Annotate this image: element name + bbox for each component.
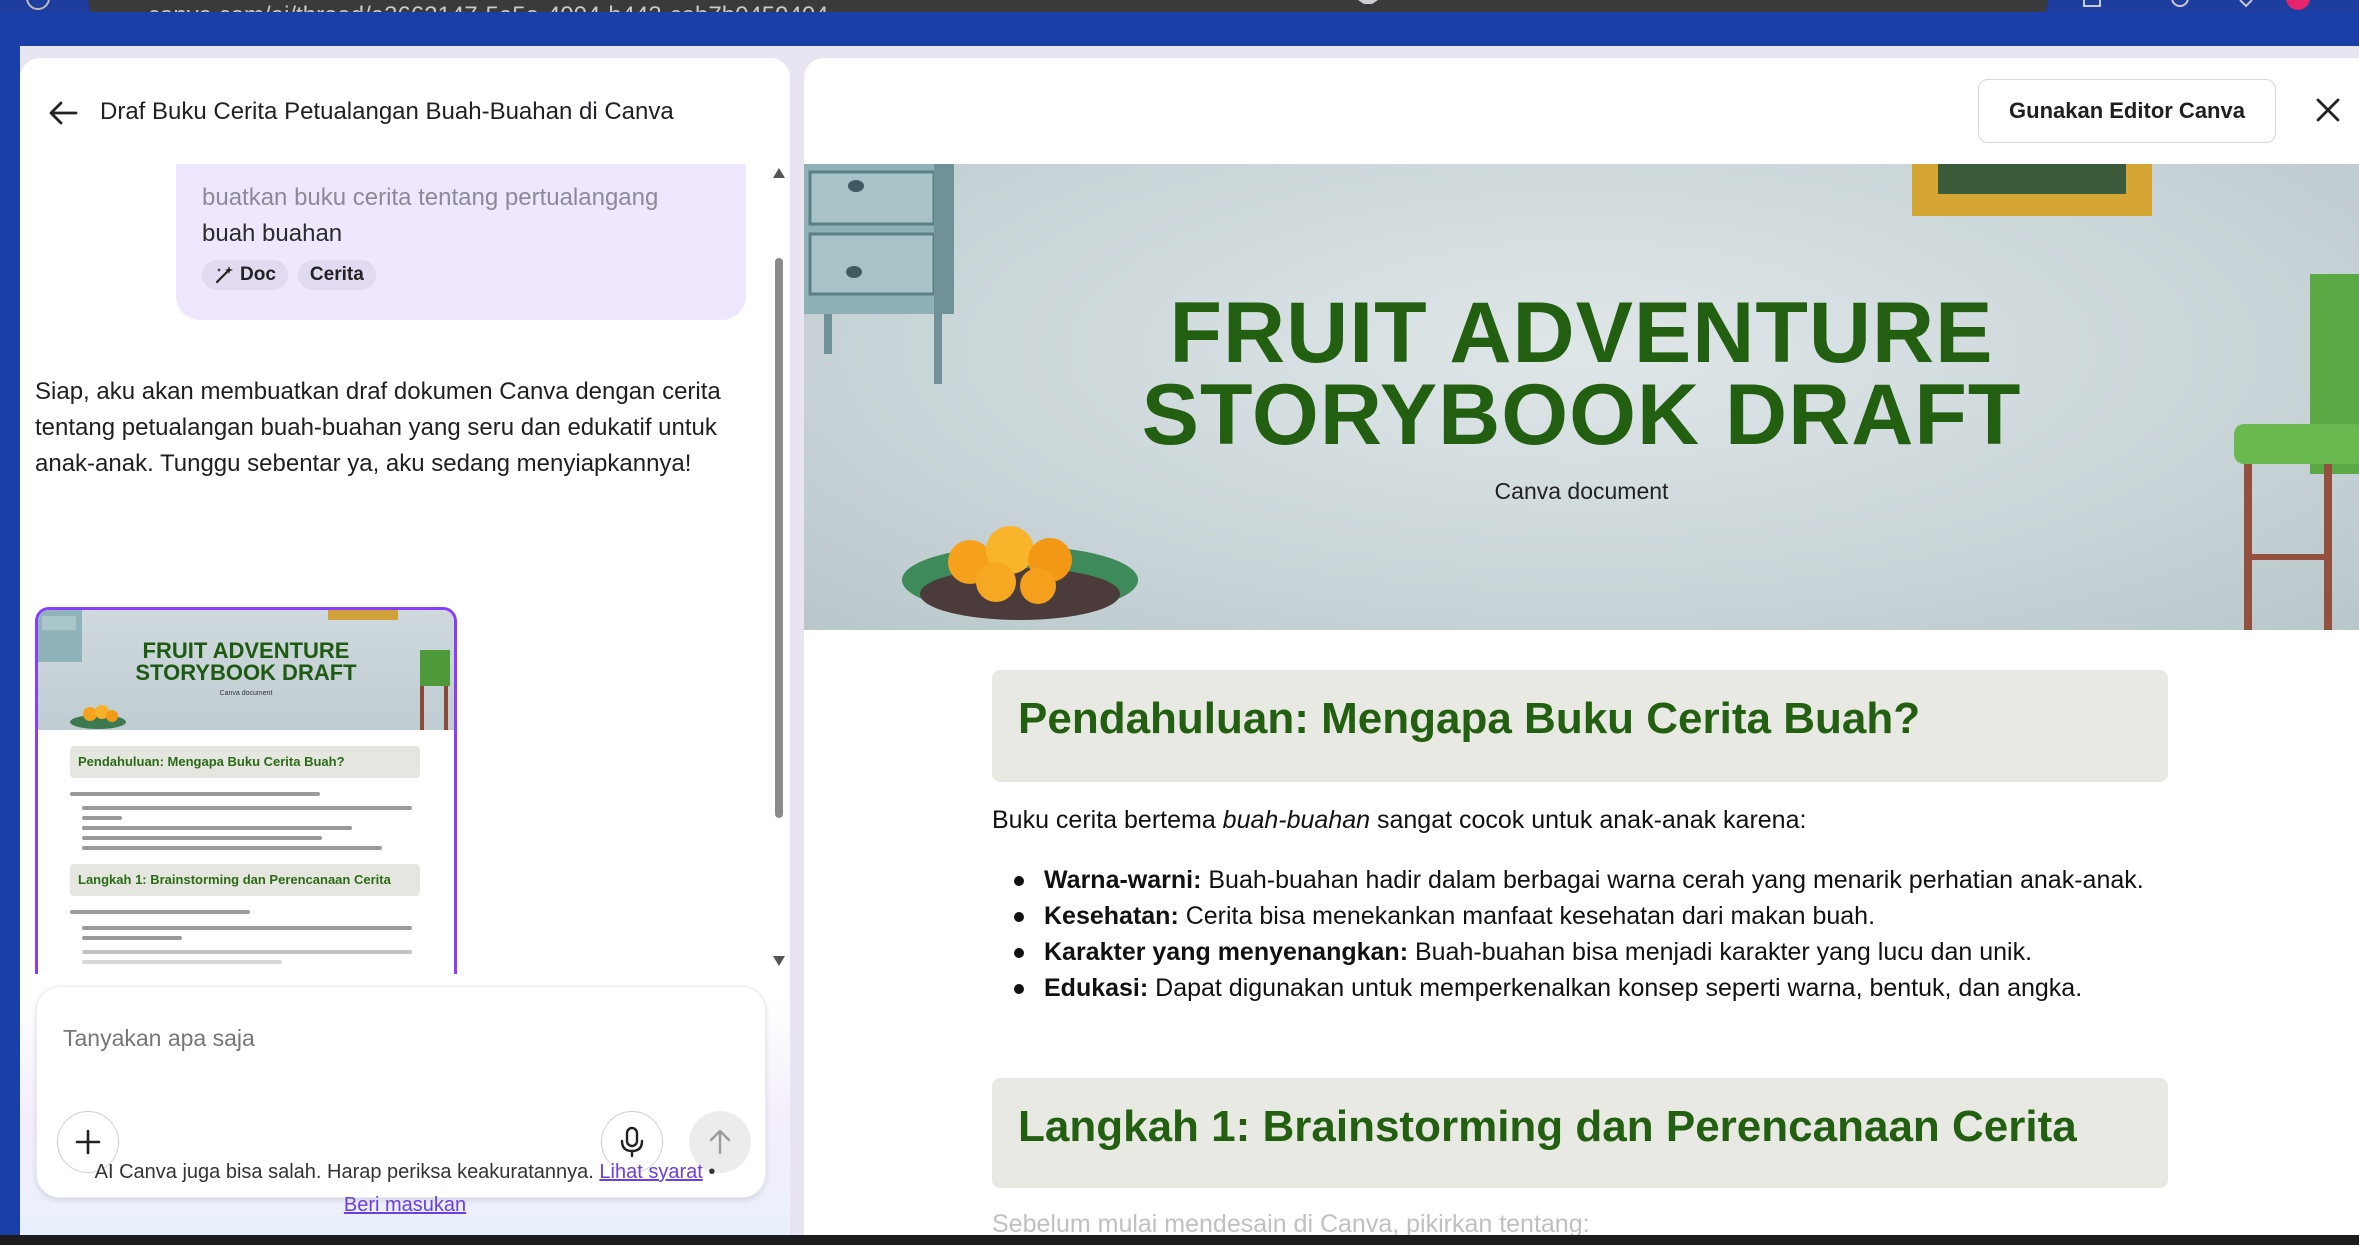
thumbnail-title: FRUIT ADVENTURE STORYBOOK DRAFT bbox=[135, 638, 357, 685]
thumbnail-fruit-bowl-illustration bbox=[70, 705, 126, 729]
thumbnail-heading-1: Pendahuluan: Mengapa Buku Cerita Buah? bbox=[70, 746, 420, 778]
list-item: Kesehatan: Cerita bisa menekankan manfaa… bbox=[992, 898, 2168, 934]
thumbnail-text-line bbox=[82, 936, 182, 940]
fruit-bowl-illustration bbox=[902, 526, 1138, 620]
reasons-list: Warna-warni: Buah-buahan hadir dalam ber… bbox=[992, 862, 2168, 1006]
chat-scrollbar[interactable] bbox=[775, 258, 783, 818]
chat-input[interactable]: Tanyakan apa saja bbox=[63, 1025, 255, 1052]
picture-frame-illustration bbox=[1912, 164, 2152, 216]
document-preview: Gunakan Editor Canva FRUIT ADVENTURE STO… bbox=[804, 58, 2359, 1235]
chat-panel: Draf Buku Cerita Petualangan Buah-Buahan… bbox=[20, 58, 790, 1235]
bullet-separator: • bbox=[708, 1161, 716, 1183]
document-body: Pendahuluan: Mengapa Buku Cerita Buah? B… bbox=[804, 630, 2359, 1235]
profile-avatar[interactable] bbox=[2286, 0, 2310, 10]
terms-link[interactable]: Lihat syarat bbox=[599, 1161, 702, 1183]
thumbnail-hero: FRUIT ADVENTURE STORYBOOK DRAFT Canva do… bbox=[38, 610, 454, 730]
document-title: FRUIT ADVENTURE STORYBOOK DRAFT bbox=[804, 290, 2359, 458]
thumbnail-text-line bbox=[82, 806, 412, 810]
section-heading-1: Pendahuluan: Mengapa Buku Cerita Buah? bbox=[1018, 694, 1921, 743]
plus-icon bbox=[75, 1129, 101, 1155]
list-item-text: Buah-buahan bisa menjadi karakter yang l… bbox=[1408, 938, 2033, 966]
thumbnail-heading-2: Langkah 1: Brainstorming dan Perencanaan… bbox=[70, 864, 420, 896]
list-item-term: Kesehatan: bbox=[1044, 902, 1179, 930]
thumbnail-text-line bbox=[82, 950, 412, 954]
chip-doc-label: Doc bbox=[240, 264, 276, 285]
thumbnail-text-line bbox=[70, 792, 320, 796]
list-item-text: Buah-buahan hadir dalam berbagai warna c… bbox=[1201, 866, 2144, 894]
list-item: Edukasi: Dapat digunakan untuk memperken… bbox=[992, 970, 2168, 1006]
intro-text-end: sangat cocok untuk anak-anak karena: bbox=[1370, 806, 1807, 834]
address-bar[interactable]: canva.com/ai/thread/e3662147-5e5e-4004-b… bbox=[88, 0, 2048, 12]
thumbnail-frame-illustration bbox=[328, 610, 398, 620]
list-item-text: Dapat digunakan untuk memperkenalkan kon… bbox=[1148, 974, 2083, 1002]
document-subtitle: Canva document bbox=[1494, 478, 1669, 504]
list-item-term: Edukasi: bbox=[1044, 974, 1149, 1002]
assistant-message: Siap, aku akan membuatkan draf dokumen C… bbox=[35, 378, 721, 477]
document-thumbnail[interactable]: FRUIT ADVENTURE STORYBOOK DRAFT Canva do… bbox=[35, 607, 457, 974]
thumbnail-text-line bbox=[70, 910, 250, 914]
section-heading-box: Pendahuluan: Mengapa Buku Cerita Buah? bbox=[992, 670, 2168, 782]
thumbnail-subtitle: Canva document bbox=[219, 690, 273, 697]
chip-cerita-label: Cerita bbox=[309, 264, 364, 285]
section-heading-2: Langkah 1: Brainstorming dan Perencanaan… bbox=[1018, 1102, 2077, 1151]
url-text: canva.com/ai/thread/e3662147-5e5e-4004-b… bbox=[148, 2, 829, 12]
thumbnail-text-line bbox=[82, 960, 282, 964]
list-item: Warna-warni: Buah-buahan hadir dalam ber… bbox=[992, 862, 2168, 898]
open-in-editor-button[interactable]: Gunakan Editor Canva bbox=[1978, 79, 2276, 143]
reload-icon[interactable] bbox=[26, 0, 50, 10]
back-arrow-icon[interactable] bbox=[46, 96, 80, 130]
thumbnail-text-line bbox=[82, 836, 322, 840]
disclaimer-text: AI Canva juga bisa salah. Harap periksa … bbox=[94, 1161, 594, 1183]
app-area: Draf Buku Cerita Petualangan Buah-Buahan… bbox=[20, 46, 2359, 1235]
user-message-text: buatkan buku cerita tentang pertualangan… bbox=[202, 180, 722, 252]
document-title-line-2: STORYBOOK DRAFT bbox=[1141, 367, 2022, 463]
ai-disclaimer: AI Canva juga bisa salah. Harap periksa … bbox=[20, 1156, 790, 1222]
intro-paragraph: Buku cerita bertema buah-buahan sangat c… bbox=[992, 806, 1806, 835]
preview-header: Gunakan Editor Canva bbox=[804, 58, 2359, 164]
intro-emphasis: buah-buahan bbox=[1222, 806, 1371, 834]
downloads-icon[interactable] bbox=[2236, 0, 2256, 8]
section-heading-box: Langkah 1: Brainstorming dan Perencanaan… bbox=[992, 1078, 2168, 1188]
thumbnail-text-line bbox=[82, 846, 382, 850]
list-item-term: Karakter yang menyenangkan: bbox=[1044, 938, 1409, 966]
chat-header: Draf Buku Cerita Petualangan Buah-Buahan… bbox=[20, 58, 790, 164]
microphone-icon bbox=[620, 1126, 644, 1158]
chip-doc: Doc bbox=[202, 260, 288, 290]
scroll-down-icon[interactable] bbox=[773, 956, 785, 966]
extensions-icon[interactable] bbox=[2082, 0, 2102, 8]
sync-icon[interactable] bbox=[2170, 0, 2190, 8]
list-item: Karakter yang menyenangkan: Buah-buahan … bbox=[992, 934, 2168, 970]
chip-cerita: Cerita bbox=[297, 260, 376, 290]
list-item-text: Cerita bisa menekankan manfaat kesehatan… bbox=[1178, 902, 1876, 930]
taskbar bbox=[0, 1235, 2359, 1245]
star-icon[interactable] bbox=[1358, 0, 1378, 6]
intro-text-start: Buku cerita bertema bbox=[992, 806, 1223, 834]
arrow-up-icon bbox=[709, 1129, 731, 1155]
thumbnail-text-line bbox=[82, 816, 122, 820]
user-message-line-2: buah buahan bbox=[202, 220, 343, 247]
message-chips: Doc Cerita bbox=[202, 260, 376, 290]
list-item-term: Warna-warni: bbox=[1044, 866, 1202, 894]
thumbnail-text-line bbox=[82, 826, 352, 830]
next-paragraph-partial: Sebelum mulai mendesain di Canva, pikirk… bbox=[992, 1210, 1590, 1235]
chat-title: Draf Buku Cerita Petualangan Buah-Buahan… bbox=[100, 98, 674, 125]
close-icon[interactable] bbox=[2314, 96, 2342, 124]
thumbnail-text-line bbox=[82, 926, 412, 930]
chat-messages[interactable]: buatkan buku cerita tentang pertualangan… bbox=[20, 164, 790, 974]
scroll-up-icon[interactable] bbox=[773, 168, 785, 178]
document-hero: FRUIT ADVENTURE STORYBOOK DRAFT Canva do… bbox=[804, 164, 2359, 630]
browser-chrome: canva.com/ai/thread/e3662147-5e5e-4004-b… bbox=[0, 0, 2359, 12]
magic-wand-icon bbox=[215, 266, 233, 284]
feedback-link[interactable]: Beri masukan bbox=[344, 1194, 466, 1216]
user-message: buatkan buku cerita tentang pertualangan… bbox=[176, 164, 746, 320]
user-message-line-1: buatkan buku cerita tentang pertualangan… bbox=[202, 184, 659, 211]
